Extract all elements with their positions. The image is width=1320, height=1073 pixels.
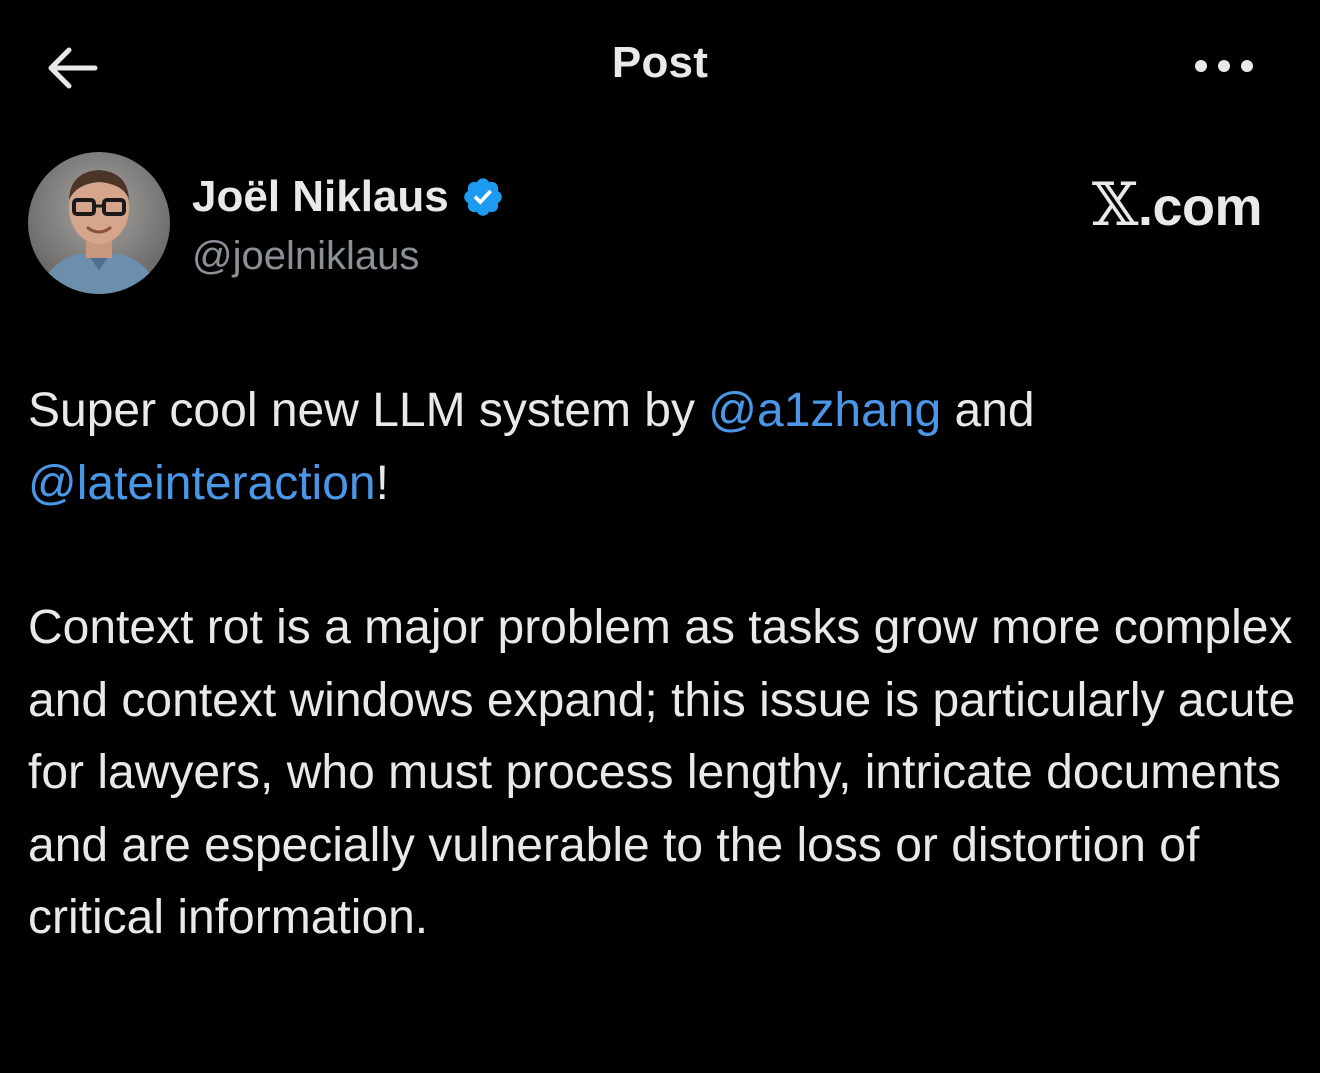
- post-header: Joël Niklaus @joelniklaus 𝕏.com: [28, 152, 1292, 296]
- post-text-segment: and: [941, 384, 1035, 437]
- user-handle[interactable]: @joelniklaus: [192, 234, 505, 279]
- x-com-logo: 𝕏.com: [1091, 170, 1263, 240]
- post-text-segment: !: [375, 456, 389, 510]
- name-row: Joël Niklaus: [192, 172, 505, 222]
- page-title: Post: [611, 38, 709, 87]
- post-paragraph-1: Super cool new LLM system by @a1zhang an…: [28, 375, 1298, 520]
- avatar[interactable]: [28, 152, 170, 294]
- mention-link-lateinteraction[interactable]: @lateinteraction: [28, 457, 376, 510]
- mention-link-a1zhang[interactable]: @a1zhang: [708, 384, 941, 437]
- verified-badge-icon: [463, 178, 502, 216]
- post-text-segment: Super cool new LLM system by: [28, 384, 709, 437]
- post-paragraph-2: Context rot is a major problem as tasks …: [28, 601, 1296, 944]
- avatar-photo: [28, 152, 170, 294]
- x-logo-text: .com: [1137, 177, 1263, 237]
- top-bar: Post: [0, 0, 1320, 132]
- post-text: Super cool new LLM system by @a1zhang an…: [28, 375, 1298, 955]
- author-info: Joël Niklaus @joelniklaus: [192, 172, 505, 279]
- x-logo-icon: 𝕏: [1091, 170, 1139, 240]
- more-horizontal-icon: [1195, 60, 1253, 72]
- more-options-button[interactable]: [1184, 44, 1264, 88]
- display-name[interactable]: Joël Niklaus: [192, 172, 449, 222]
